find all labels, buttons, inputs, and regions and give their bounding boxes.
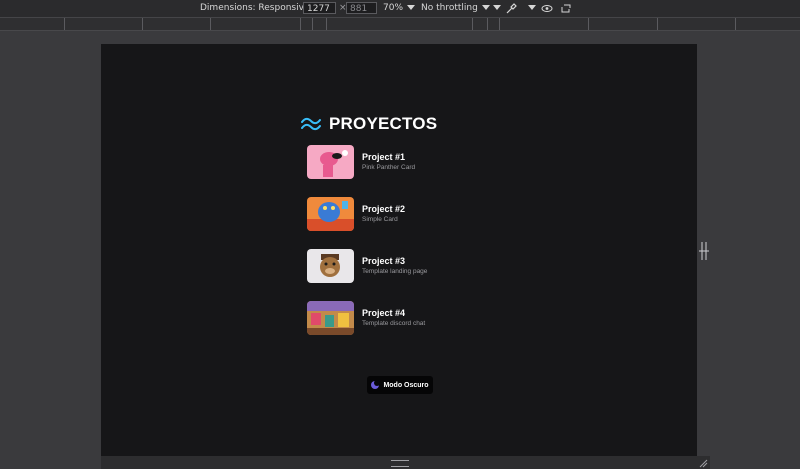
throttling-label: No throttling [421,3,478,13]
resize-handle-right-icon[interactable] [699,240,709,262]
project-name: Project #1 [362,152,406,162]
project-desc: Simple Card [362,216,398,223]
ruler-tick [472,18,473,30]
project-card-4[interactable]: Project #4 Template discord chat [307,301,527,335]
more-dropdown[interactable] [489,0,501,17]
resize-corner-icon[interactable] [698,458,708,468]
project-name: Project #2 [362,204,406,214]
ruler-tick [312,18,313,30]
project-1-thumbnail [307,145,354,179]
page-header: PROYECTOS [301,113,437,135]
media-query-ruler [0,18,800,31]
project-name: Project #3 [362,256,406,266]
height-input[interactable]: 881 [346,2,377,14]
ruler-tick [657,18,658,30]
chevron-down-icon [528,5,536,10]
project-card-2[interactable]: Project #2 Simple Card [307,197,527,231]
ruler-tick [499,18,500,30]
project-desc: Template landing page [362,268,428,275]
ruler-tick [300,18,301,30]
project-3-thumbnail [307,249,354,283]
project-name: Project #4 [362,308,406,318]
ruler-tick [588,18,589,30]
zoom-label: 70% [383,3,404,13]
dark-mode-button[interactable]: Modo Oscuro [367,376,433,394]
device-toolbar: Dimensions: Responsive 1277 × 881 70% No… [0,0,800,18]
project-card-3[interactable]: Project #3 Template landing page [307,249,527,283]
project-2-thumbnail [307,197,354,231]
dark-mode-label: Modo Oscuro [383,381,429,389]
resize-bar-bottom[interactable] [101,456,710,469]
moon-icon [371,380,381,389]
zoom-dropdown[interactable]: 70% [383,0,416,17]
page-title: PROYECTOS [329,114,438,133]
project-4-thumbnail [307,301,354,335]
project-desc: Template discord chat [362,320,426,327]
device-viewport: PROYECTOS Project #1 Pink Panther Card P… [101,44,697,456]
chevron-down-icon [407,5,416,10]
width-input[interactable]: 1277 [303,2,336,14]
project-desc: Pink Panther Card [362,164,416,171]
throttling-dropdown[interactable]: No throttling [421,0,490,17]
rotate-icon[interactable] [560,3,572,14]
ruler-tick [142,18,143,30]
resize-handle-bottom-icon[interactable] [391,460,409,467]
project-card-1[interactable]: Project #1 Pink Panther Card [307,145,527,179]
dimensions-label: Dimensions: Responsive [200,3,310,13]
ruler-tick [735,18,736,30]
ruler-tick [326,18,327,30]
chevron-down-icon [493,5,501,10]
ruler-tick [210,18,211,30]
eye-icon[interactable] [541,3,553,14]
tailwind-logo-icon [301,117,321,131]
eyedropper-dropdown[interactable] [524,0,536,17]
ruler-tick [64,18,65,30]
eyedropper-icon[interactable] [505,2,518,15]
ruler-tick [487,18,488,30]
